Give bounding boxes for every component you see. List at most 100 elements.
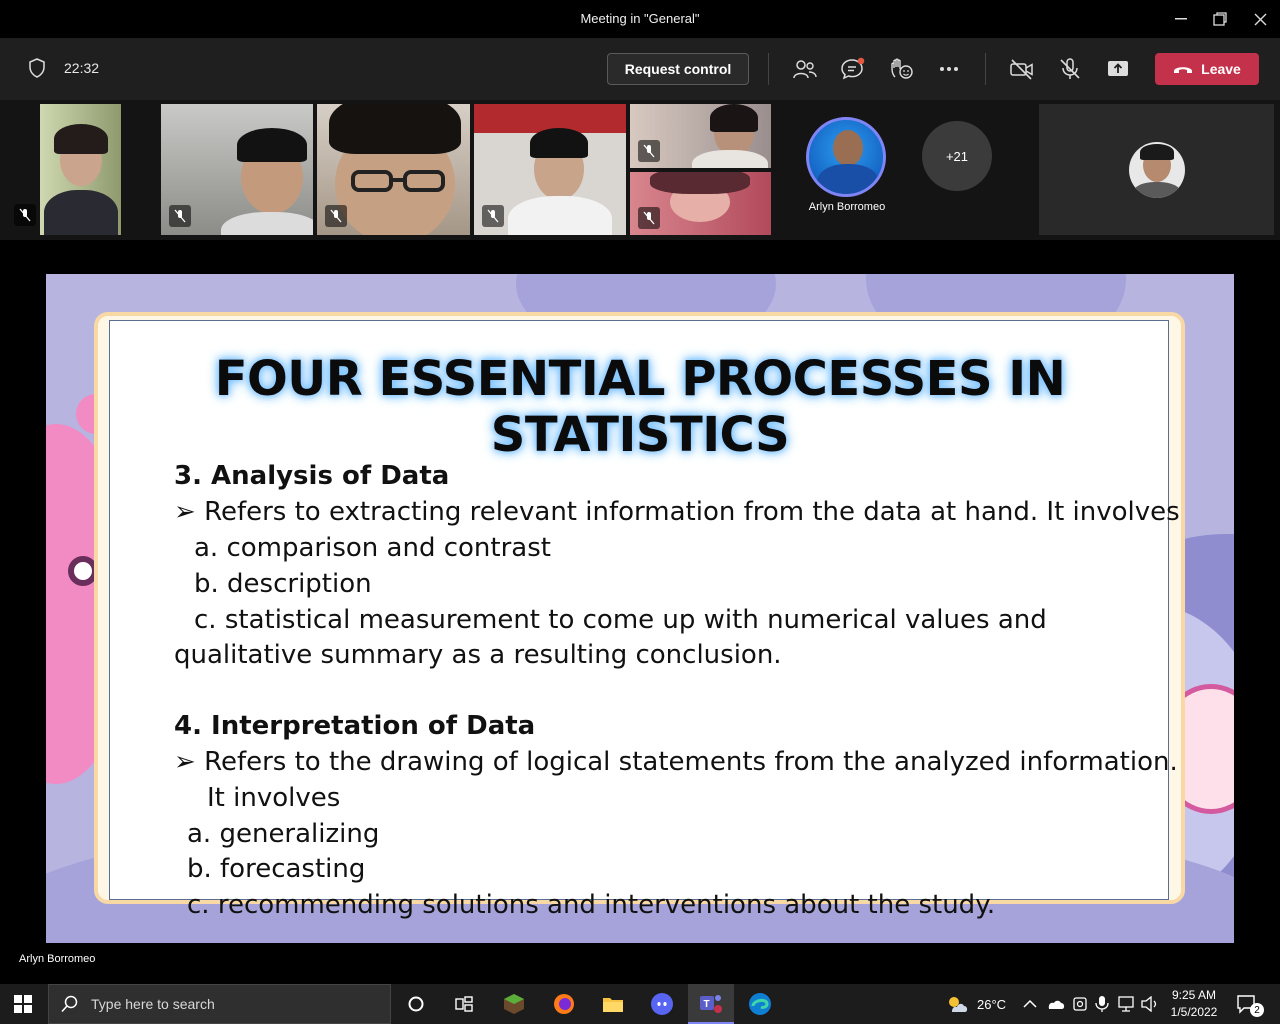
network-button[interactable]	[1117, 984, 1137, 1024]
bullet-item: ➢ Refers to extracting relevant informat…	[174, 497, 1180, 527]
list-item: a. comparison and contrast	[194, 533, 551, 563]
action-center-button[interactable]: 2	[1236, 984, 1272, 1024]
task-view-button[interactable]	[441, 984, 487, 1024]
list-item: b. description	[194, 569, 372, 599]
video-camera-icon	[1073, 997, 1087, 1011]
search-placeholder: Type here to search	[91, 996, 215, 1012]
svg-text:T: T	[704, 999, 710, 1010]
temperature-text: 26°C	[977, 996, 1007, 1012]
restore-button[interactable]	[1205, 6, 1235, 32]
camera-off-icon	[1010, 59, 1033, 80]
avatar[interactable]	[806, 117, 886, 197]
slide-title: FOUR ESSENTIAL PROCESSES IN STATISTICS	[214, 351, 1066, 463]
title-bar: Meeting in "General"	[0, 0, 1280, 38]
muted-icon	[638, 140, 660, 162]
list-item: c. recommending solutions and interventi…	[187, 890, 996, 920]
toolbar-divider	[985, 53, 986, 85]
muted-icon	[638, 207, 660, 229]
microphone-toggle-button[interactable]	[1056, 55, 1084, 83]
bullet-arrow-icon: ➢	[174, 497, 196, 527]
taskbar-app-firefox[interactable]	[541, 984, 587, 1024]
list-item: b. forecasting	[187, 854, 366, 884]
taskbar-app-minecraft[interactable]	[491, 984, 537, 1024]
reactions-button[interactable]	[887, 55, 915, 83]
share-screen-button[interactable]	[1104, 55, 1132, 83]
slide-content: FOUR ESSENTIAL PROCESSES IN STATISTICS 3…	[109, 320, 1180, 920]
section-heading: 3. Analysis of Data	[174, 461, 450, 491]
folder-icon	[603, 998, 623, 1012]
chat-button[interactable]	[839, 55, 867, 83]
muted-icon	[169, 205, 191, 227]
minimize-button[interactable]	[1166, 6, 1196, 32]
participant-video-tile[interactable]	[161, 104, 313, 235]
firefox-icon	[554, 994, 574, 1014]
weather-partly-cloudy-icon	[949, 997, 968, 1012]
participant-name: Arlyn Borromeo	[808, 201, 886, 213]
section-heading: 4. Interpretation of Data	[174, 711, 536, 741]
minecraft-icon	[504, 994, 524, 1014]
microphone-off-icon	[1060, 58, 1080, 79]
meet-now-button[interactable]	[1071, 984, 1089, 1024]
muted-icon	[482, 205, 504, 227]
minimize-icon	[1175, 18, 1187, 20]
window-title: Meeting in "General"	[580, 11, 700, 26]
list-item: c. statistical measurement to come up wi…	[194, 605, 1047, 635]
leave-label: Leave	[1201, 61, 1241, 77]
show-hidden-icons-button[interactable]	[1023, 984, 1037, 1024]
network-icon	[1118, 996, 1134, 1012]
restore-icon	[1213, 12, 1227, 26]
camera-toggle-button[interactable]	[1008, 55, 1036, 83]
discord-icon	[651, 993, 673, 1015]
taskbar-app-edge[interactable]	[737, 984, 783, 1024]
start-button[interactable]	[0, 984, 46, 1024]
bullet-item: ➢ Refers to the drawing of logical state…	[174, 747, 1178, 777]
volume-button[interactable]	[1141, 984, 1159, 1024]
participant-video-tile[interactable]	[630, 104, 771, 168]
chevron-up-icon	[1023, 999, 1037, 1008]
meeting-toolbar: 22:32 Request control Leave	[0, 38, 1280, 100]
participant-video-tile[interactable]	[630, 172, 771, 235]
teams-icon: T	[700, 995, 722, 1013]
cloud-icon	[1048, 1000, 1065, 1009]
notification-count-badge: 2	[1250, 1003, 1264, 1017]
muted-icon	[325, 205, 347, 227]
list-item-continuation: qualitative summary as a resulting concl…	[174, 640, 782, 670]
hang-up-icon	[1174, 67, 1193, 73]
bullet-text: Refers to extracting relevant informatio…	[204, 497, 1180, 527]
avatar	[1129, 142, 1185, 198]
taskbar-app-file-explorer[interactable]	[590, 984, 636, 1024]
clock[interactable]: 9:25 AM 1/5/2022	[1160, 987, 1228, 1021]
list-item: a. generalizing	[187, 819, 380, 849]
windows-logo-icon	[14, 995, 32, 1013]
clock-time: 9:25 AM	[1171, 988, 1217, 1002]
cortana-button[interactable]	[393, 984, 439, 1024]
share-screen-icon	[1108, 61, 1128, 76]
leave-button[interactable]: Leave	[1155, 53, 1259, 85]
taskbar-app-discord[interactable]	[639, 984, 685, 1024]
request-control-button[interactable]: Request control	[607, 53, 749, 85]
cortana-icon	[408, 996, 424, 1012]
close-button[interactable]	[1245, 6, 1275, 32]
participant-video-tile[interactable]	[40, 104, 121, 235]
windows-taskbar: Type here to search T 26°C 9:25 AM 1/5/2…	[0, 984, 1280, 1024]
people-icon	[793, 60, 817, 79]
weather-widget[interactable]: 26°C	[945, 984, 1006, 1024]
task-view-icon	[455, 996, 473, 1012]
bullet-text: Refers to the drawing of logical stateme…	[204, 747, 1178, 777]
meeting-timer: 22:32	[64, 60, 100, 76]
people-button[interactable]	[791, 55, 819, 83]
taskbar-app-teams[interactable]: T	[688, 984, 734, 1024]
participant-video-tile[interactable]	[474, 104, 626, 235]
participant-video-tile[interactable]	[317, 104, 470, 235]
shield-icon	[28, 58, 46, 83]
participant-tile[interactable]	[1039, 104, 1274, 235]
onedrive-button[interactable]	[1045, 984, 1065, 1024]
close-icon	[1254, 13, 1266, 25]
taskbar-search-box[interactable]: Type here to search	[48, 984, 391, 1024]
more-actions-button[interactable]	[935, 55, 963, 83]
clock-date: 1/5/2022	[1170, 1005, 1218, 1019]
bullet-text-continuation: It involves	[207, 783, 341, 813]
toolbar-divider	[768, 53, 769, 85]
microphone-in-use-indicator[interactable]	[1095, 984, 1109, 1024]
overflow-participants-button[interactable]: +21	[922, 121, 992, 191]
